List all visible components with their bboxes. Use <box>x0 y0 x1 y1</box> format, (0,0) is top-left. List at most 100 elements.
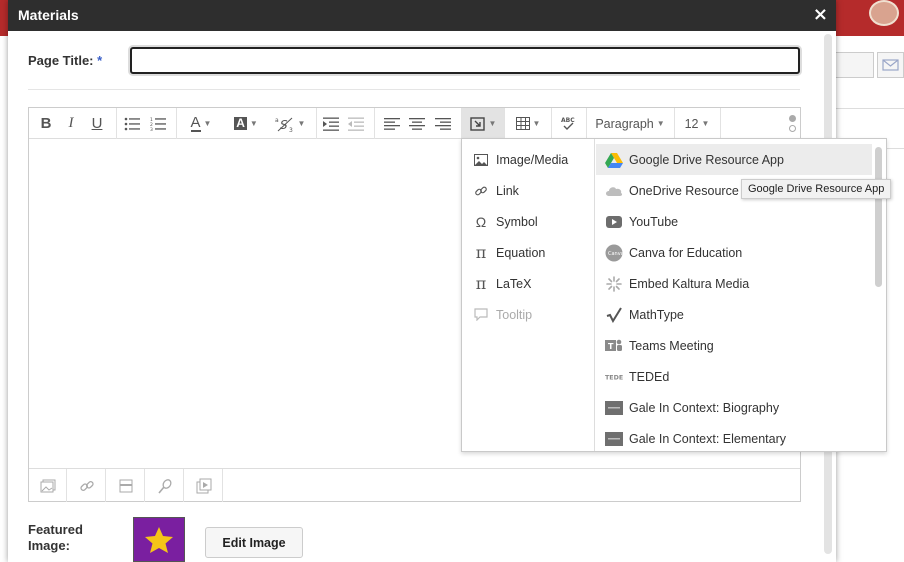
menu-item-label: Equation <box>496 245 546 260</box>
outdent-icon <box>348 117 364 131</box>
link-icon <box>79 480 94 491</box>
microphone-icon <box>157 478 172 494</box>
edit-image-button[interactable]: Edit Image <box>205 527 303 558</box>
toolbar-divider <box>674 108 675 139</box>
align-left-button[interactable] <box>381 108 403 139</box>
svg-text:T: T <box>608 342 614 351</box>
highlight-color-button[interactable]: A ▼ <box>226 108 266 139</box>
menu-item-mathtype[interactable]: MathType <box>596 299 872 330</box>
link-icon <box>473 183 489 199</box>
bullet-list-button[interactable] <box>121 108 143 139</box>
star-icon <box>145 526 173 553</box>
featured-image-label-line2: Image: <box>28 538 70 553</box>
align-left-icon <box>384 117 400 130</box>
chevron-down-icon: ▼ <box>203 119 212 128</box>
menu-item-youtube[interactable]: YouTube <box>596 206 872 237</box>
statusbar-record-button[interactable] <box>146 469 184 502</box>
statusbar-link-button[interactable] <box>68 469 106 502</box>
numbered-list-button[interactable]: 123 <box>147 108 169 139</box>
divider <box>28 89 800 90</box>
menu-item-google-drive[interactable]: Google Drive Resource App <box>596 144 872 175</box>
menu-item-teded[interactable]: TEDEd TEDEd <box>596 361 872 392</box>
align-right-button[interactable] <box>432 108 454 139</box>
menu-item-gale-elementary[interactable]: Gale In Context: Elementary <box>596 423 872 451</box>
font-size-value: 12 <box>684 116 699 131</box>
menu-item-gale-biography[interactable]: Gale In Context: Biography <box>596 392 872 423</box>
paragraph-format-select[interactable]: Paragraph ▼ <box>588 108 672 139</box>
gale-icon <box>605 431 623 447</box>
menu-item-link[interactable]: Link <box>462 175 595 206</box>
gale-icon <box>605 400 623 416</box>
menu-item-tooltip: Tooltip <box>462 299 595 330</box>
toolbar-divider <box>116 108 117 139</box>
page-title-label: Page Title: * <box>28 53 102 68</box>
chevron-down-icon: ▼ <box>532 119 541 128</box>
statusbar-media-button[interactable] <box>185 469 223 502</box>
bullet-list-icon <box>124 117 140 130</box>
user-avatar[interactable] <box>869 0 899 26</box>
align-center-button[interactable] <box>406 108 428 139</box>
menu-item-equation[interactable]: π Equation <box>462 237 595 268</box>
font-size-select[interactable]: 12 ▼ <box>676 108 718 139</box>
statusbar-image-button[interactable] <box>29 469 67 502</box>
indent-button[interactable] <box>320 108 342 139</box>
teams-icon: T <box>605 338 623 354</box>
pi-icon: π <box>475 243 487 262</box>
spellcheck-icon: ABC <box>561 117 575 130</box>
menu-item-kaltura[interactable]: Embed Kaltura Media <box>596 268 872 299</box>
menu-item-label: Gale In Context: Elementary <box>629 431 787 446</box>
menu-item-symbol[interactable]: Ω Symbol <box>462 206 595 237</box>
dot-icon <box>788 115 796 122</box>
close-icon[interactable]: × <box>813 4 828 25</box>
menu-item-label: LaTeX <box>496 276 532 291</box>
bold-button[interactable]: B <box>34 108 58 139</box>
pi-icon: π <box>475 274 487 293</box>
google-drive-icon <box>605 152 623 168</box>
align-center-icon <box>409 117 425 130</box>
menu-item-label: TEDEd <box>629 369 670 384</box>
table-button[interactable]: ▼ <box>508 108 548 139</box>
superscript-subscript-button[interactable]: aS3 ▼ <box>269 108 311 139</box>
statusbar-document-button[interactable] <box>107 469 145 502</box>
toolbar-divider <box>551 108 552 139</box>
menu-item-label: Teams Meeting <box>629 338 714 353</box>
background-mail-button <box>877 52 904 78</box>
menu-item-label: Canva for Education <box>629 245 743 260</box>
spellcheck-button[interactable]: ABC <box>555 108 581 139</box>
mail-icon <box>882 59 899 71</box>
menu-item-teams[interactable]: T Teams Meeting <box>596 330 872 361</box>
document-icon <box>119 479 132 492</box>
svg-text:Canva: Canva <box>608 251 623 257</box>
menu-scrollbar[interactable] <box>875 147 882 287</box>
table-icon <box>515 117 530 130</box>
featured-image-thumbnail[interactable] <box>133 517 185 562</box>
more-toolbar-button[interactable] <box>786 108 798 139</box>
teded-icon: TEDEd <box>605 369 623 385</box>
underline-button[interactable]: U <box>85 108 109 139</box>
tooltip: Google Drive Resource App <box>741 179 892 199</box>
omega-icon: Ω <box>475 213 487 230</box>
youtube-icon <box>605 214 623 230</box>
insert-button[interactable]: ▼ <box>462 108 504 139</box>
toolbar-divider <box>504 108 505 139</box>
chevron-down-icon: ▼ <box>701 119 710 128</box>
svg-text:TEDEd: TEDEd <box>605 374 623 381</box>
mathtype-icon <box>605 306 623 323</box>
text-color-button[interactable]: A ▼ <box>181 108 221 139</box>
paragraph-format-value: Paragraph <box>595 116 654 131</box>
menu-item-label: Tooltip <box>496 307 533 322</box>
featured-image-label-line1: Featured <box>28 522 83 537</box>
svg-text:ABC: ABC <box>561 117 575 124</box>
image-icon <box>40 479 55 492</box>
indent-icon <box>323 117 339 131</box>
canva-icon: Canva <box>605 244 623 261</box>
italic-button[interactable]: I <box>59 108 83 139</box>
outdent-button[interactable] <box>345 108 367 139</box>
highlight-icon: A <box>234 116 247 130</box>
menu-item-label: Link <box>496 183 519 198</box>
speech-bubble-icon <box>473 307 489 323</box>
menu-item-canva[interactable]: Canva Canva for Education <box>596 237 872 268</box>
menu-item-latex[interactable]: π LaTeX <box>462 268 595 299</box>
menu-item-image-media[interactable]: Image/Media <box>462 144 595 175</box>
page-title-input[interactable] <box>130 47 800 74</box>
